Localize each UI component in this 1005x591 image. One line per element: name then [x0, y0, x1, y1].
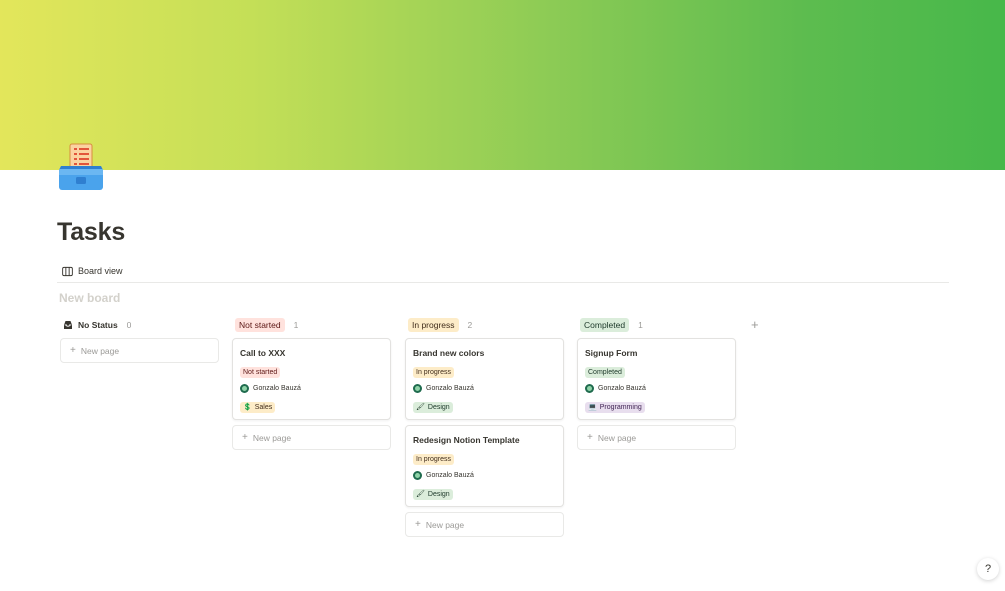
plus-icon: +	[70, 345, 76, 356]
help-icon: ?	[984, 563, 992, 575]
column-status-pill: In progress	[408, 318, 459, 332]
status-badge: Completed	[585, 367, 625, 378]
tab-board-view[interactable]: Board view	[62, 263, 123, 279]
tag-label: Design	[427, 404, 450, 411]
new-page-label: New page	[252, 432, 292, 443]
help-button[interactable]: ?	[977, 558, 999, 580]
new-page-button[interactable]: + New page	[405, 512, 564, 537]
inbox-icon	[63, 320, 73, 330]
column-header[interactable]: In progress 2	[408, 317, 565, 333]
paintbrush-icon: 🖌	[416, 491, 425, 498]
tag-label: Design	[427, 491, 450, 498]
column-header[interactable]: Not started 1	[235, 317, 392, 333]
task-card[interactable]: Redesign Notion Template In progress Gon…	[405, 425, 564, 507]
plus-icon: +	[587, 432, 593, 443]
tag-label: Sales	[254, 404, 273, 411]
new-page-label: New page	[80, 345, 120, 356]
new-page-button[interactable]: + New page	[577, 425, 736, 450]
task-card[interactable]: Brand new colors In progress Gonzalo Bau…	[405, 338, 564, 420]
task-card[interactable]: Signup Form Completed Gonzalo Bauzá 💻 Pr…	[577, 338, 736, 420]
laptop-icon: 💻	[588, 404, 597, 411]
new-page-button[interactable]: + New page	[232, 425, 391, 450]
avatar	[413, 471, 422, 480]
column-header[interactable]: No Status 0	[63, 317, 220, 333]
dollar-icon: 💲	[243, 404, 252, 411]
paintbrush-icon: 🖌	[416, 404, 425, 411]
board-title-placeholder[interactable]: New board	[59, 291, 120, 305]
board-column-no-status: No Status 0 + New page	[60, 317, 220, 363]
plus-icon: +	[242, 432, 248, 443]
board-column-in-progress: In progress 2 Brand new colors In progre…	[405, 317, 565, 537]
board-view-icon	[62, 266, 73, 276]
avatar	[585, 384, 594, 393]
assignee: Gonzalo Bauzá	[413, 384, 474, 393]
card-title: Call to XXX	[240, 348, 286, 358]
assignee-name: Gonzalo Bauzá	[598, 385, 646, 392]
column-status-pill: Not started	[235, 318, 285, 332]
plus-icon: +	[415, 519, 421, 530]
task-card[interactable]: Call to XXX Not started Gonzalo Bauzá 💲 …	[232, 338, 391, 420]
clipboard-box-icon[interactable]	[57, 142, 105, 194]
avatar	[413, 384, 422, 393]
card-title: Signup Form	[585, 348, 638, 358]
status-badge: In progress	[413, 367, 455, 378]
assignee: Gonzalo Bauzá	[413, 471, 474, 480]
tag-badge: 🖌 Design	[413, 402, 453, 413]
new-page-label: New page	[597, 432, 637, 443]
assignee-name: Gonzalo Bauzá	[426, 472, 474, 479]
board-column-not-started: Not started 1 Call to XXX Not started Go…	[232, 317, 392, 450]
tab-divider	[57, 282, 949, 283]
column-count: 0	[126, 320, 132, 330]
status-badge: In progress	[413, 454, 455, 465]
board-column-completed: Completed 1 Signup Form Completed Gonzal…	[577, 317, 737, 450]
page-cover	[0, 0, 1005, 170]
new-page-button[interactable]: + New page	[60, 338, 219, 363]
column-count: 2	[467, 320, 473, 330]
column-name: No Status	[78, 320, 118, 330]
page-title[interactable]: Tasks	[57, 218, 125, 247]
tag-badge: 💻 Programming	[585, 402, 645, 413]
add-group-plus-icon[interactable]: +	[751, 317, 759, 332]
card-title: Brand new colors	[413, 348, 485, 358]
card-title: Redesign Notion Template	[413, 435, 520, 445]
tag-label: Programming	[599, 404, 642, 411]
tab-label: Board view	[78, 266, 123, 276]
tag-badge: 🖌 Design	[413, 489, 453, 500]
assignee-name: Gonzalo Bauzá	[253, 385, 301, 392]
assignee: Gonzalo Bauzá	[585, 384, 646, 393]
assignee: Gonzalo Bauzá	[240, 384, 301, 393]
status-badge: Not started	[240, 367, 281, 378]
column-header[interactable]: Completed 1	[580, 317, 737, 333]
assignee-name: Gonzalo Bauzá	[426, 385, 474, 392]
tag-badge: 💲 Sales	[240, 402, 276, 413]
column-status-pill: Completed	[580, 318, 630, 332]
avatar	[240, 384, 249, 393]
column-count: 1	[638, 320, 643, 330]
column-count: 1	[293, 320, 299, 330]
new-page-label: New page	[425, 519, 465, 530]
